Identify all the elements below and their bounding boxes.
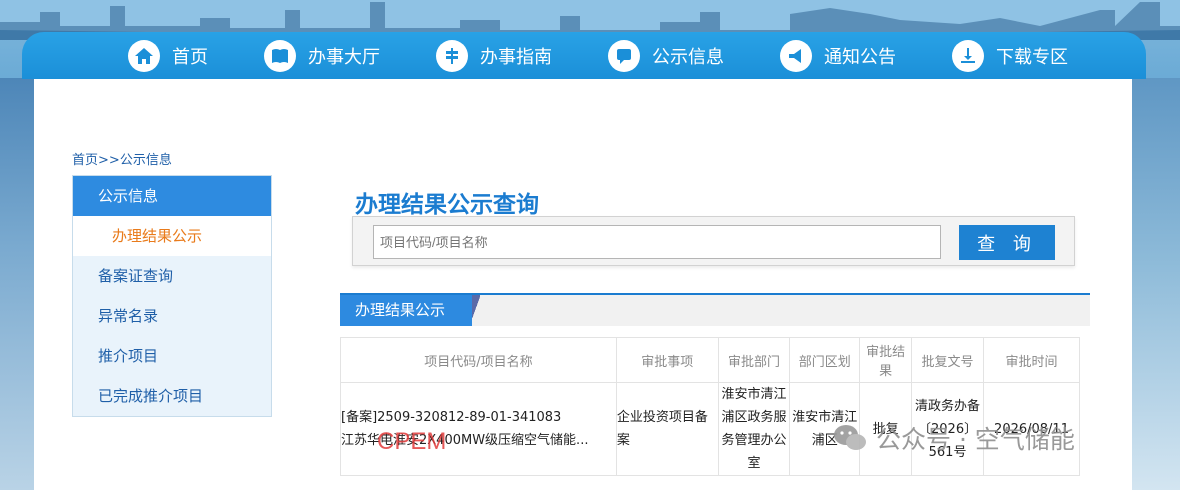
nav-label: 通知公告 [824, 46, 896, 68]
nav-label: 下载专区 [996, 46, 1068, 68]
sidebar-item-record-query[interactable]: 备案证查询 [73, 256, 271, 296]
cpem-watermark: CPEM [377, 428, 447, 455]
section-tab[interactable]: 办理结果公示 [340, 295, 480, 326]
nav-label: 首页 [172, 46, 208, 68]
nav-label: 公示信息 [652, 46, 724, 68]
section-header: 办理结果公示 [340, 293, 1090, 326]
sidebar-item-completed-projects[interactable]: 已完成推介项目 [73, 376, 271, 416]
column-header: 审批结果 [859, 337, 913, 383]
table-header-row: 项目代码/项目名称 审批事项 审批部门 部门区划 审批结果 批复文号 审批时间 [340, 337, 1080, 383]
chat-icon [608, 39, 640, 72]
approval-dept: 淮安市清江浦区政务服务管理办公室 [717, 382, 791, 476]
column-header: 部门区划 [789, 337, 861, 383]
sidebar-item-result-publicity[interactable]: 办理结果公示 [73, 216, 271, 256]
column-header: 批复文号 [911, 337, 985, 383]
wechat-watermark: 公众号 · 空气储能 [832, 420, 1075, 456]
breadcrumb-home-link[interactable]: 首页 [72, 153, 98, 168]
left-scenery [0, 78, 34, 490]
page-title: 办理结果公示查询 [355, 192, 539, 218]
column-header: 审批时间 [983, 337, 1080, 383]
breadcrumb-current[interactable]: 公示信息 [120, 153, 172, 168]
wechat-icon [834, 425, 866, 450]
book-icon [264, 39, 296, 72]
nav-home[interactable]: 首页 [128, 39, 208, 72]
search-panel: 查 询 [352, 216, 1075, 266]
nav-label: 办事指南 [480, 46, 552, 68]
wechat-watermark-text: 公众号 · 空气储能 [876, 425, 1075, 454]
sidebar: 公示信息 办理结果公示 备案证查询 异常名录 推介项目 已完成推介项目 [72, 175, 272, 417]
search-input[interactable] [373, 225, 941, 259]
project-code: [备案]2509-320812-89-01-341083 [341, 410, 562, 425]
nav-service-guide[interactable]: 办事指南 [436, 39, 552, 72]
breadcrumb-separator: >> [98, 153, 120, 168]
search-button[interactable]: 查 询 [959, 225, 1055, 260]
nav-notice[interactable]: 通知公告 [780, 39, 896, 72]
column-header: 审批部门 [717, 337, 791, 383]
approval-item: 企业投资项目备案 [615, 382, 719, 476]
nav-label: 办事大厅 [308, 46, 380, 68]
nav-service-hall[interactable]: 办事大厅 [264, 39, 380, 72]
home-icon [128, 39, 160, 72]
download-icon [952, 39, 984, 72]
breadcrumb: 首页>>公示信息 [72, 149, 172, 168]
signpost-icon [436, 39, 468, 72]
sidebar-item-promoted-projects[interactable]: 推介项目 [73, 336, 271, 376]
main-navbar: 首页 办事大厅 办事指南 公示信息 通知公告 下载专区 [22, 32, 1146, 79]
nav-download[interactable]: 下载专区 [952, 39, 1068, 72]
megaphone-icon [780, 39, 812, 72]
column-header: 项目代码/项目名称 [340, 337, 617, 383]
column-header: 审批事项 [615, 337, 719, 383]
right-scenery [1132, 78, 1180, 490]
sidebar-header[interactable]: 公示信息 [73, 176, 271, 216]
sidebar-item-abnormal-list[interactable]: 异常名录 [73, 296, 271, 336]
nav-public-info[interactable]: 公示信息 [608, 39, 724, 72]
